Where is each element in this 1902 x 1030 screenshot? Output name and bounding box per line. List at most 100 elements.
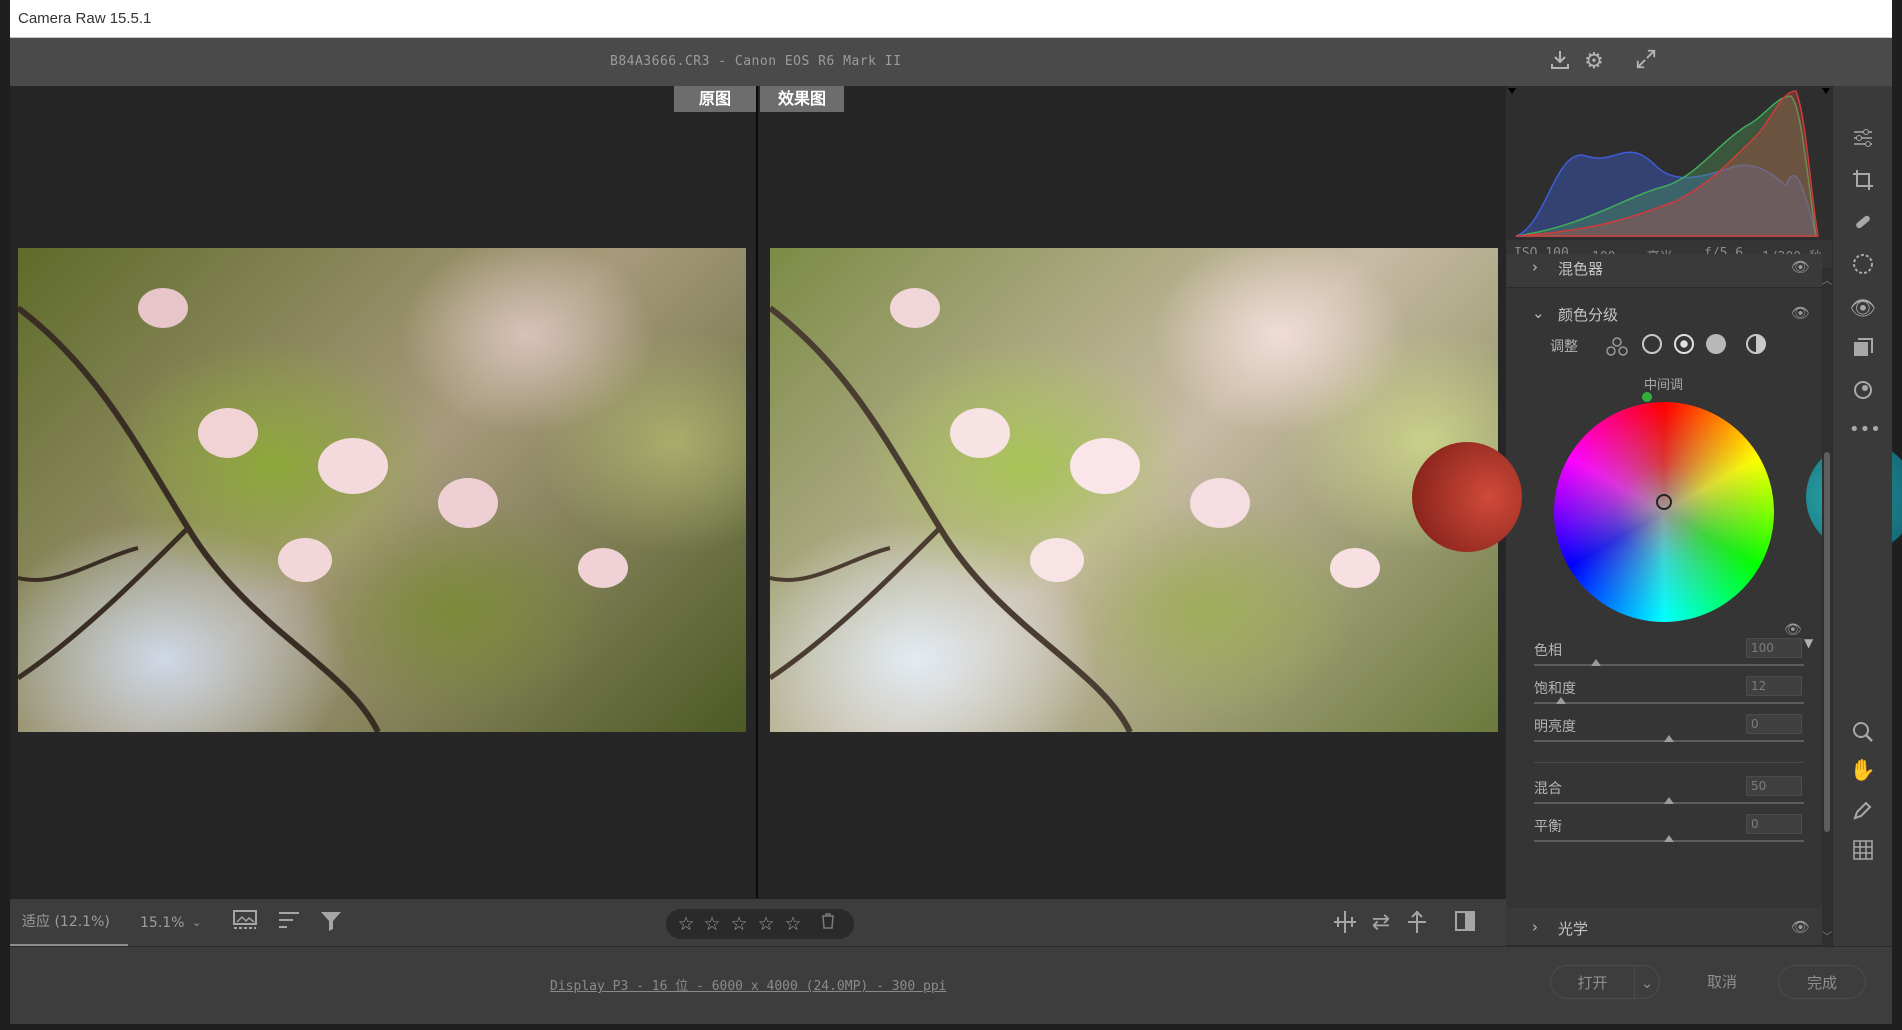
presets-icon[interactable] (1849, 378, 1877, 406)
wheel-eye-icon[interactable]: 👁 (1784, 622, 1802, 638)
slider-thumb[interactable] (1664, 835, 1674, 842)
copy-settings-icon[interactable] (1402, 909, 1432, 937)
scroll-down-icon[interactable]: ﹀ (1822, 928, 1832, 943)
three-wheels-icon[interactable] (1606, 336, 1628, 362)
before-photo (18, 248, 746, 732)
before-after-toggle-icon[interactable] (1450, 909, 1480, 937)
open-options-dropdown[interactable]: ⌄ (1634, 965, 1660, 999)
wheel-center-handle[interactable] (1656, 494, 1672, 510)
midtones-wheel-icon[interactable] (1674, 334, 1694, 354)
edit-sliders-icon[interactable] (1849, 126, 1877, 154)
section-mixer-label: 混色器 (1558, 260, 1604, 278)
star-rating: ☆ ☆ ☆ ☆ ☆ (666, 909, 854, 939)
slider-label: 饱和度 (1534, 681, 1576, 697)
done-button[interactable]: 完成 (1778, 965, 1866, 999)
zoom-icon[interactable] (1849, 720, 1877, 748)
global-wheel-icon[interactable] (1746, 334, 1766, 354)
view-toolbar: 适应 (12.1%) 15.1% ⌄ ☆ ☆ ☆ ☆ ☆ ⇄ (10, 898, 1506, 947)
chevron-right-icon: › (1532, 918, 1538, 936)
slider-thumb[interactable] (1664, 797, 1674, 804)
hue-dropdown-icon[interactable]: ▼ (1804, 636, 1813, 650)
after-label: 效果图 (760, 86, 844, 112)
slider-track[interactable] (1534, 664, 1804, 666)
snapshots-icon[interactable] (1849, 336, 1877, 364)
panel-scroll-area[interactable]: › 混色器 👁 ⌄ 颜色分级 👁 调整 中间调 👁 色相 100 饱和度 12 … (1412, 254, 1902, 946)
window-titlebar: Camera Raw 15.5.1 (10, 0, 1892, 38)
top-toolbar: ⚙ (1506, 38, 1892, 86)
zoom-fit-button[interactable]: 适应 (12.1%) (10, 899, 128, 947)
red-eye-icon[interactable]: 👁 (1849, 294, 1877, 322)
hand-icon[interactable]: ✋ (1849, 756, 1877, 784)
panel-scrollbar[interactable]: ︿ ﹀ (1822, 268, 1832, 946)
chevron-down-icon: ⌄ (1532, 304, 1545, 322)
file-info: B84A3666.CR3 - Canon EOS R6 Mark II (610, 54, 902, 69)
before-label: 原图 (674, 86, 756, 112)
slider-thumb[interactable] (1664, 735, 1674, 742)
side-wheel-left (1412, 442, 1522, 552)
compare-icon[interactable] (1330, 909, 1360, 937)
star-5[interactable]: ☆ (781, 912, 805, 936)
histogram (1506, 86, 1832, 240)
star-2[interactable]: ☆ (700, 912, 724, 936)
eyedropper-icon[interactable] (1849, 798, 1877, 826)
download-icon[interactable] (1546, 48, 1574, 76)
slider-value-input[interactable]: 50 (1746, 776, 1802, 796)
after-photo (770, 248, 1498, 732)
wheel-label: 中间调 (1644, 378, 1684, 393)
file-info-bar: B84A3666.CR3 - Canon EOS R6 Mark II (10, 38, 1506, 86)
slider-value-input[interactable]: 12 (1746, 676, 1802, 696)
edit-panel: ISO 100 100... 毫米 f/5.6 1/200 秒 › 混色器 👁 … (1412, 86, 1902, 946)
chevron-down-icon: ⌄ (1640, 974, 1654, 992)
slider-value-input[interactable]: 100 (1746, 638, 1802, 658)
eye-icon[interactable]: 👁 (1791, 918, 1810, 936)
healing-icon[interactable] (1849, 210, 1877, 238)
section-optics-label: 光学 (1558, 920, 1589, 938)
slider-track[interactable] (1534, 702, 1804, 704)
midtones-color-wheel[interactable] (1554, 402, 1774, 622)
section-optics[interactable]: › 光学 👁 (1506, 908, 1822, 946)
slider-label: 平衡 (1534, 819, 1562, 835)
open-button[interactable]: 打开 (1550, 965, 1634, 999)
star-1[interactable]: ☆ (674, 912, 698, 936)
zoom-percent-select[interactable]: 15.1% ⌄ (132, 899, 204, 947)
highlights-wheel-icon[interactable] (1706, 334, 1726, 354)
cancel-button[interactable]: 取消 (1678, 965, 1766, 999)
slider-label: 明亮度 (1534, 719, 1576, 735)
slider-separator (1534, 762, 1804, 763)
scrollbar-thumb[interactable] (1824, 452, 1830, 832)
swap-icon[interactable]: ⇄ (1366, 909, 1396, 937)
camera-raw-app: B84A3666.CR3 - Canon EOS R6 Mark II ⚙ 原图… (10, 38, 1902, 1024)
crop-icon[interactable] (1849, 168, 1877, 196)
scroll-up-icon[interactable]: ︿ (1822, 272, 1832, 287)
sort-icon[interactable] (274, 909, 304, 937)
slider-thumb[interactable] (1556, 697, 1566, 704)
star-3[interactable]: ☆ (727, 912, 751, 936)
more-icon[interactable]: ••• (1849, 416, 1881, 444)
image-viewer[interactable]: 原图 效果图 (10, 86, 1506, 898)
grid-icon[interactable] (1849, 838, 1877, 866)
slider-value-input[interactable]: 0 (1746, 814, 1802, 834)
split-divider[interactable] (756, 86, 758, 898)
workflow-options-link[interactable]: Display P3 - 16 位 - 6000 x 4000 (24.0MP)… (550, 975, 947, 994)
gear-icon[interactable]: ⚙ (1580, 48, 1608, 76)
expand-icon[interactable] (1632, 48, 1660, 76)
zoom-percent-value: 15.1% (140, 915, 185, 931)
masking-icon[interactable] (1849, 252, 1877, 280)
window-title: Camera Raw 15.5.1 (18, 10, 152, 27)
wheel-handle[interactable] (1642, 392, 1652, 402)
trash-icon[interactable] (816, 912, 840, 936)
filmstrip-icon[interactable] (230, 909, 260, 937)
slider-label: 色相 (1534, 643, 1562, 659)
slider-label: 混合 (1534, 781, 1562, 797)
section-mixer[interactable]: › 混色器 👁 (1506, 254, 1822, 288)
slider-value-input[interactable]: 0 (1746, 714, 1802, 734)
eye-icon[interactable]: 👁 (1791, 258, 1810, 276)
section-color-grading[interactable]: ⌄ 颜色分级 👁 (1506, 294, 1822, 334)
filter-icon[interactable] (316, 909, 346, 937)
chevron-down-icon: ⌄ (192, 916, 202, 929)
shadows-wheel-icon[interactable] (1642, 334, 1662, 354)
adjust-row: 调整 (1506, 330, 1822, 364)
eye-icon[interactable]: 👁 (1791, 304, 1810, 322)
star-4[interactable]: ☆ (754, 912, 778, 936)
slider-thumb[interactable] (1591, 659, 1602, 666)
